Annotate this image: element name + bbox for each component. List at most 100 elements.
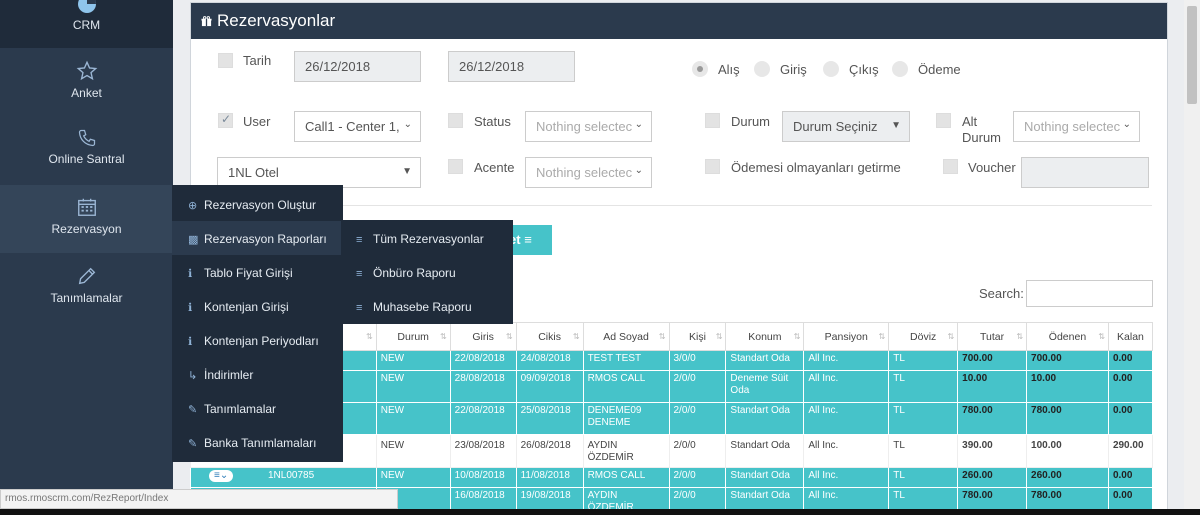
info-icon: ℹ [188,302,193,314]
col-header-odenen[interactable]: Ödenen ⇅ [1026,322,1109,351]
status-checkbox[interactable] [448,113,463,128]
hotel-select[interactable]: 1NL Otel ▼ [217,157,421,188]
alt-durum-checkbox[interactable] [936,113,951,128]
cell-doviz: TL [888,350,959,371]
sidebar-item-online-santral[interactable]: Online Santral [0,128,173,166]
cell-kalan: 0.00 [1107,402,1154,435]
radio-label-odeme: Ödeme [918,62,961,77]
cell-cikis: 09/09/2018 [515,370,584,403]
chevron-down-icon: ⌄ [1120,119,1131,130]
list-icon: ≡ [356,234,363,246]
durum-checkbox[interactable] [705,113,720,128]
menu-item-tablo-fiyat-girisi[interactable]: ℹ Tablo Fiyat Girişi [172,255,343,289]
pie-chart-icon [77,0,96,13]
voucher-input[interactable] [1021,157,1149,188]
menu-item-tanimlamalar[interactable]: ✎ Tanımlamalar [172,391,343,425]
info-icon: ℹ [188,336,193,348]
sidebar-item-anket[interactable]: Anket [0,60,173,100]
chevron-down-icon: ⌄ [632,165,643,176]
bar-chart-icon: ▩ [188,234,199,246]
tarih-label: Tarih [243,53,272,68]
radio-giris[interactable] [754,61,770,77]
table-row[interactable]: ≡⌄ 1NL00785 NEW 10/08/2018 11/08/2018 RM… [190,467,1154,488]
cell-konum: Standart Oda [725,467,805,488]
menu-item-banka-tanimlamalari[interactable]: ✎ Banka Tanımlamaları [172,425,343,459]
cell-durum: NEW [375,350,451,371]
panel-header: Rezervasyonlar [191,3,1167,39]
acente-checkbox[interactable] [448,159,463,174]
col-header-konum[interactable]: Konum ⇅ [725,322,805,351]
cell-kisi: 2/0/0 [668,402,727,435]
col-header-tutar[interactable]: Tutar ⇅ [957,322,1028,351]
menu-item-label: Kontenjan Periyodları [204,334,319,348]
date-from-input[interactable]: 26/12/2018 [294,51,421,82]
cell-pansiyon: All Inc. [803,350,890,371]
cell-konum: Standart Oda [725,434,805,468]
radio-odeme[interactable] [892,61,908,77]
col-header-doviz[interactable]: Döviz ⇅ [888,322,959,351]
sidebar-item-tanimlamalar[interactable]: Tanımlamalar [0,265,173,305]
voucher-label: Voucher [968,160,1016,175]
col-header-kalan[interactable]: Kalan [1107,322,1154,351]
row-actions-button[interactable]: ≡⌄ [209,470,234,482]
radio-alis[interactable] [692,61,708,77]
scrollbar-thumb[interactable] [1187,6,1197,104]
menu-item-label: Rezervasyon Oluştur [204,198,317,212]
sidebar-item-label: Online Santral [48,152,125,166]
col-header-durum[interactable]: Durum ⇅ [375,322,451,351]
chevron-down-icon: ⌄ [403,119,412,130]
sidebar-item-label: Rezervasyon [51,222,122,236]
pencil-icon: ✎ [188,438,198,450]
submenu-item-tum-rezervasyonlar[interactable]: ≡ Tüm Rezervasyonlar [341,221,513,255]
menu-item-kontenjan-periyodlari[interactable]: ℹ Kontenjan Periyodları [172,323,343,357]
voucher-checkbox[interactable] [943,159,958,174]
divider [206,205,1152,206]
user-select[interactable]: Call1 - Center 1, ⌄ [294,111,421,142]
status-select[interactable]: Nothing selectec ⌄ [525,111,652,142]
status-url: rmos.rmoscrm.com/RezReport/Index [5,493,169,504]
status-placeholder: Nothing selectec [536,119,633,134]
cell-doviz: TL [888,434,959,468]
hotel-select-value: 1NL Otel [228,165,279,180]
acente-select[interactable]: Nothing selectec ⌄ [525,157,652,188]
sort-icon: ⇅ [1016,332,1024,341]
user-checkbox[interactable] [218,112,233,128]
cell-konum: Standart Oda [725,402,805,435]
col-header-ad-soyad[interactable]: Ad Soyad ⇅ [582,322,670,351]
sidebar-item-rezervasyon[interactable]: Rezervasyon [0,185,173,253]
cell-kalan: 0.00 [1107,467,1154,488]
cell-doviz: TL [888,402,959,435]
menu-item-rezervasyon-raporlari[interactable]: ▩ Rezervasyon Raporları [172,221,343,255]
tarih-checkbox[interactable] [218,53,233,68]
chevron-down-icon: ⌄ [632,119,643,130]
alt-durum-select[interactable]: Nothing selectec ⌄ [1013,111,1140,142]
calendar-icon [77,198,96,216]
menu-item-kontenjan-girisi[interactable]: ℹ Kontenjan Girişi [172,289,343,323]
search-input[interactable] [1026,280,1153,307]
col-header-pansiyon[interactable]: Pansiyon ⇅ [803,322,890,351]
radio-label-cikis: Çıkış [849,62,879,77]
durum-select[interactable]: Durum Seçiniz ▼ [782,111,910,142]
col-header-giris[interactable]: Giris ⇅ [449,322,517,351]
cell-pansiyon: All Inc. [803,402,890,435]
odemesi-olmayan-checkbox[interactable] [705,159,720,174]
rezervasyon-raporlari-submenu: ≡ Tüm Rezervasyonlar ≡ Önbüro Raporu ≡ Muha… [341,220,513,324]
menu-item-rezervasyon-olustur[interactable]: ⊕ Rezervasyon Oluştur [172,187,343,221]
col-header-kisi[interactable]: Kişi ⇅ [668,322,727,351]
submenu-item-onburo-raporu[interactable]: ≡ Önbüro Raporu [341,255,513,289]
menu-item-indirimler[interactable]: ↳ İndirimler [172,357,343,391]
caret-down-icon: ▼ [402,166,412,177]
user-label: User [243,114,271,129]
radio-cikis[interactable] [823,61,839,77]
col-header-cikis[interactable]: Cikis ⇅ [515,322,584,351]
cell-giris: 28/08/2018 [449,370,517,403]
date-to-input[interactable]: 26/12/2018 [448,51,575,82]
sidebar: CRM Anket Online Santral Rezervasyon Tan… [0,0,173,515]
sidebar-item-crm[interactable]: CRM [0,0,173,48]
submenu-item-muhasebe-raporu[interactable]: ≡ Muhasebe Raporu [341,289,513,323]
cell-giris: 23/08/2018 [449,434,517,468]
cell-durum: NEW [375,434,451,468]
radio-label-alis: Alış [718,62,740,77]
alt-durum-label-line1: Alt [962,114,978,129]
cell-tutar: 260.00 [957,467,1028,488]
